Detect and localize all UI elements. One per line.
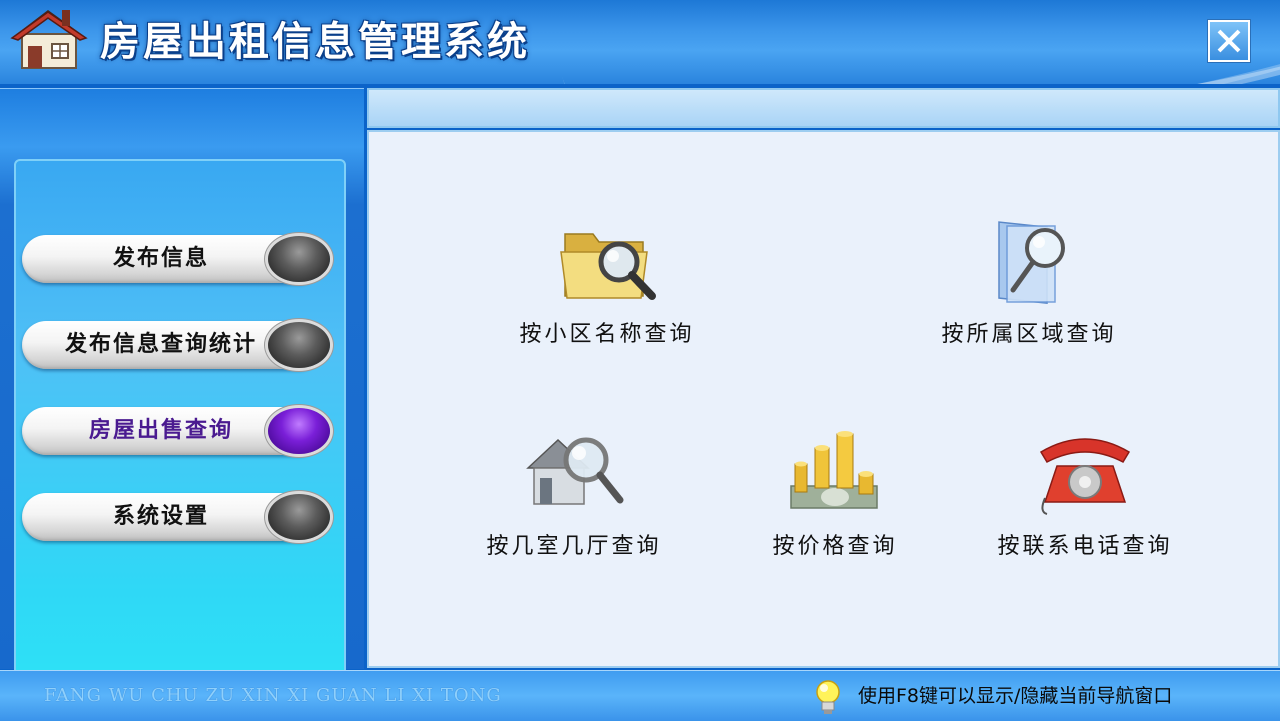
- house-search-icon: [526, 437, 624, 505]
- query-by-community-name[interactable]: 按小区名称查询: [497, 216, 717, 376]
- nav-knob-icon: [268, 322, 330, 368]
- nav-item-house-sale-query[interactable]: 房屋出售查询: [22, 407, 332, 457]
- query-by-phone[interactable]: 按联系电话查询: [975, 428, 1195, 588]
- function-label: 按小区名称查询: [519, 322, 695, 347]
- lightbulb-icon: [816, 680, 840, 714]
- nav-knob-icon: [268, 494, 330, 540]
- folder-search-icon: [560, 233, 656, 300]
- nav-item-publish-info[interactable]: 发布信息: [22, 235, 332, 285]
- query-by-room-layout[interactable]: 按几室几厅查询: [464, 428, 684, 588]
- telephone-icon: [1039, 438, 1131, 515]
- nav-knob-icon: [268, 236, 330, 282]
- nav-item-label: 发布信息查询统计: [64, 332, 257, 357]
- title-bar: 房屋出租信息管理系统: [0, 0, 1280, 84]
- nav-item-system-settings[interactable]: 系统设置: [22, 493, 332, 543]
- content-area: 按小区名称查询 按所属区域查询 按几室几厅查询 按价格查询 按联系电话查询: [367, 130, 1280, 668]
- navigation-menu: 发布信息 发布信息查询统计 房屋出售查询 系统设置: [14, 159, 346, 701]
- nav-item-label: 系统设置: [112, 504, 209, 529]
- query-by-region[interactable]: 按所属区域查询: [919, 216, 1139, 376]
- status-bar: FANG WU CHU ZU XIN XI GUAN LI XI TONG 使用…: [0, 670, 1280, 721]
- function-label: 按价格查询: [772, 534, 898, 559]
- navigation-panel: 发布信息 发布信息查询统计 房屋出售查询 系统设置: [0, 88, 364, 701]
- function-label: 按几室几厅查询: [486, 534, 662, 559]
- app-title-pinyin: FANG WU CHU ZU XIN XI GUAN LI XI TONG: [44, 685, 502, 706]
- close-button[interactable]: [1208, 20, 1250, 62]
- nav-item-publish-query-stats[interactable]: 发布信息查询统计: [22, 321, 332, 371]
- document-search-icon: [998, 221, 1065, 304]
- nav-knob-active-icon: [268, 408, 330, 454]
- nav-item-label: 发布信息: [112, 246, 209, 271]
- close-icon: [1217, 29, 1241, 53]
- function-label: 按联系电话查询: [997, 534, 1173, 559]
- query-by-price[interactable]: 按价格查询: [725, 428, 945, 588]
- function-label: 按所属区域查询: [941, 322, 1117, 347]
- coins-icon: [790, 431, 878, 509]
- nav-item-label: 房屋出售查询: [88, 418, 233, 443]
- house-logo-icon: [10, 10, 88, 69]
- app-title: 房屋出租信息管理系统: [100, 19, 530, 65]
- content-header: [367, 88, 1280, 128]
- status-hint: 使用F8键可以显示/隐藏当前导航窗口: [858, 685, 1173, 707]
